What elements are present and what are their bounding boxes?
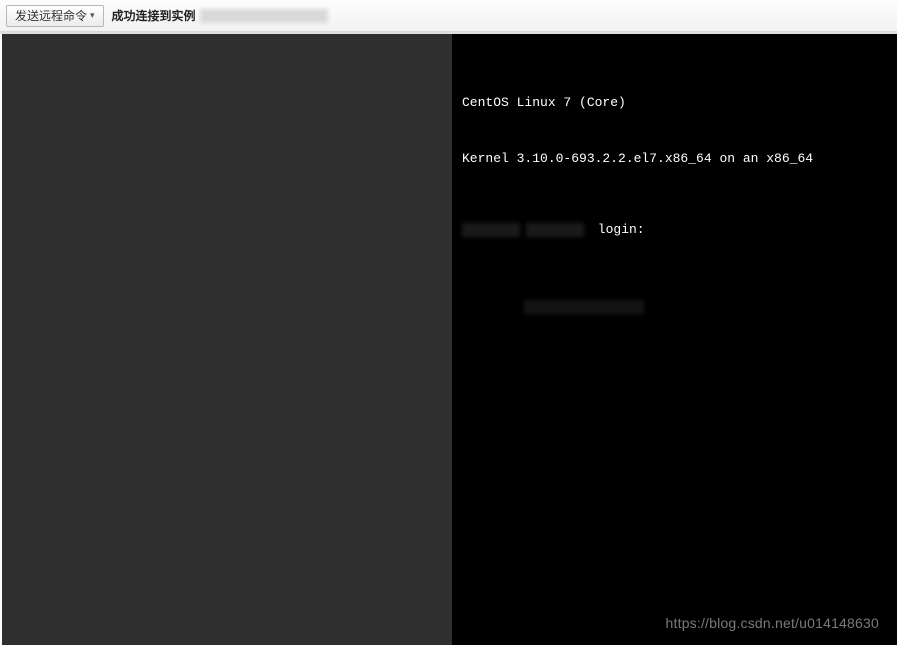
redacted-hostname-part2 <box>526 223 584 237</box>
left-panel <box>0 34 452 645</box>
status-prefix: 成功连接到实例 <box>112 7 196 24</box>
redacted-hostname-part1 <box>462 223 520 237</box>
send-command-label: 发送远程命令 <box>15 7 87 24</box>
toolbar: 发送远程命令 ▾ 成功连接到实例 <box>0 0 897 32</box>
redacted-text <box>524 300 644 314</box>
kernel-line: Kernel 3.10.0-693.2.2.el7.x86_64 on an x… <box>462 150 887 169</box>
connection-status: 成功连接到实例 <box>112 7 328 24</box>
redacted-instance-id <box>200 9 328 23</box>
redacted-line <box>462 281 887 340</box>
watermark: https://blog.csdn.net/u014148630 <box>666 615 879 631</box>
login-prompt-line: login: <box>462 221 887 240</box>
login-suffix: login: <box>590 221 645 240</box>
content-area: CentOS Linux 7 (Core) Kernel 3.10.0-693.… <box>0 32 897 645</box>
os-line: CentOS Linux 7 (Core) <box>462 94 887 113</box>
terminal-output: CentOS Linux 7 (Core) Kernel 3.10.0-693.… <box>452 34 897 388</box>
send-remote-command-button[interactable]: 发送远程命令 ▾ <box>6 5 104 27</box>
terminal-panel[interactable]: CentOS Linux 7 (Core) Kernel 3.10.0-693.… <box>452 34 897 645</box>
chevron-down-icon: ▾ <box>90 10 95 21</box>
